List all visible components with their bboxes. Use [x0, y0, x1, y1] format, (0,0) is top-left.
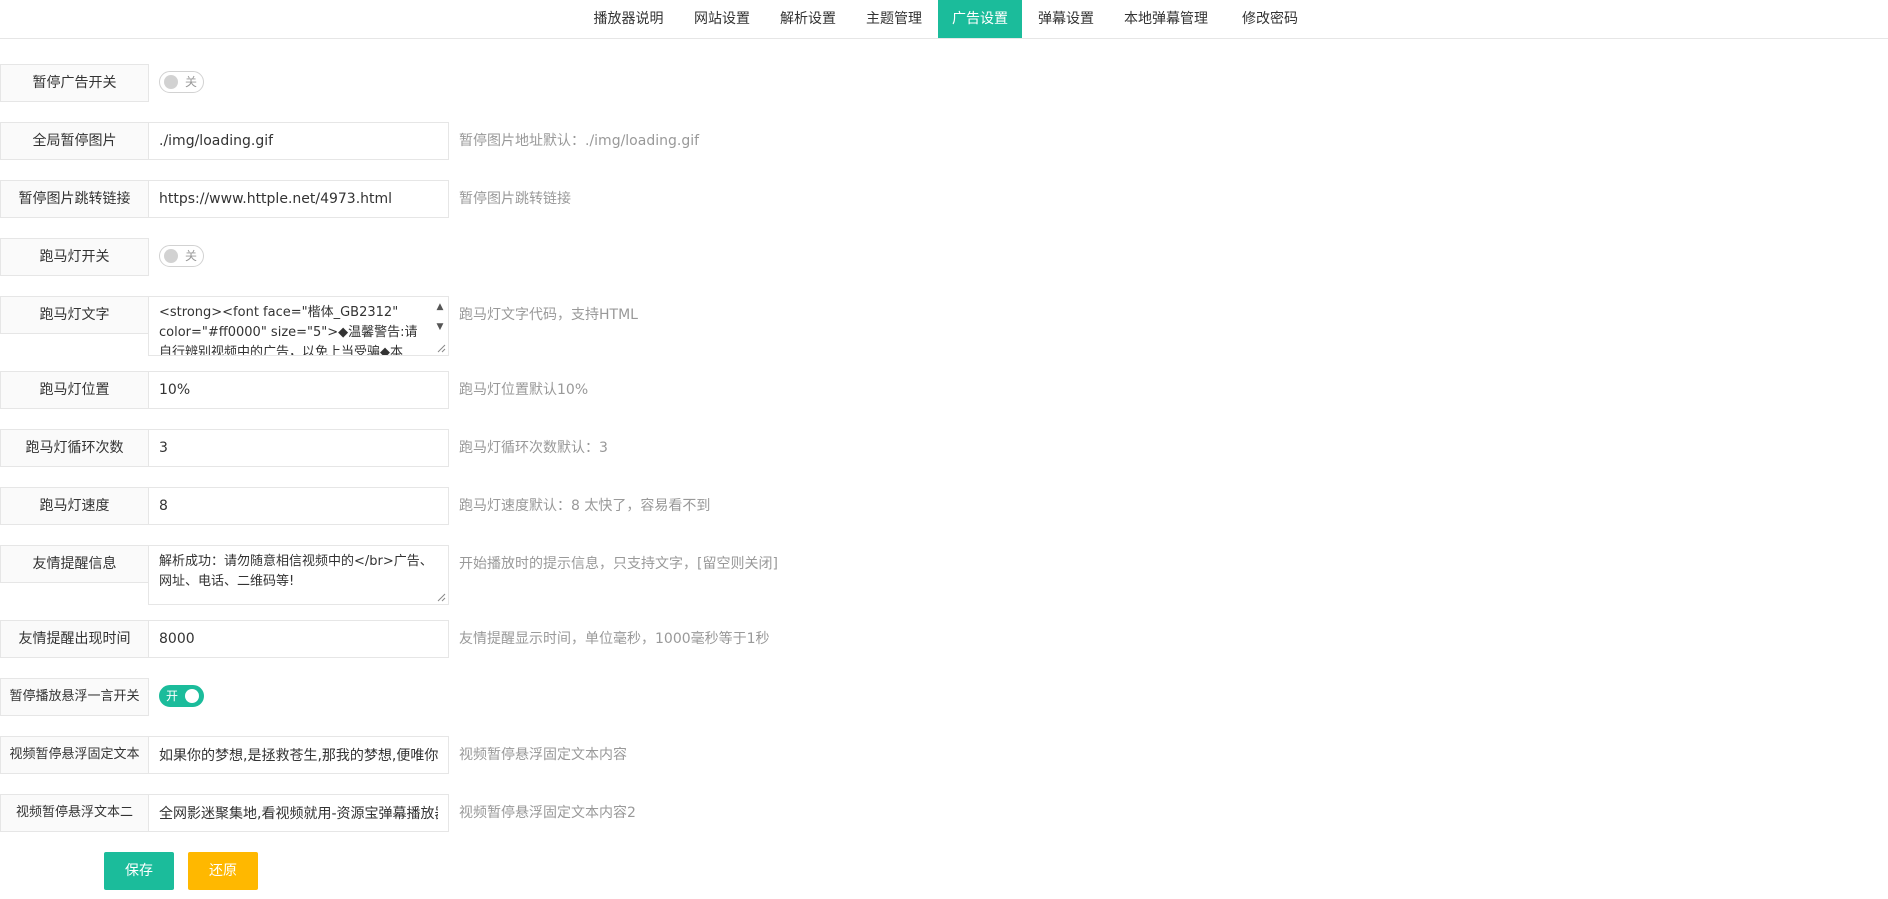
marquee-speed-input[interactable] [148, 487, 449, 525]
marquee-text-textarea[interactable]: <strong><font face="楷体_GB2312" color="#f… [148, 296, 449, 356]
pause-fixed-text2-input[interactable] [148, 794, 449, 832]
marquee-text-hint: 跑马灯文字代码，支持HTML [459, 307, 638, 323]
label-marquee-loops: 跑马灯循环次数 [0, 429, 149, 467]
global-pause-image-input[interactable] [148, 122, 449, 160]
toggle-state: 关 [184, 75, 197, 89]
toggle-knob [164, 75, 178, 89]
marquee-loops-hint: 跑马灯循环次数默认：3 [459, 440, 608, 456]
notice-duration-input[interactable] [148, 620, 449, 658]
marquee-position-input[interactable] [148, 371, 449, 409]
tab-theme-manage[interactable]: 主题管理 [852, 0, 936, 38]
label-pause-fixed-text2: 视频暂停悬浮文本二 [0, 794, 149, 832]
label-friendly-notice: 友情提醒信息 [0, 545, 149, 583]
tab-site-settings[interactable]: 网站设置 [680, 0, 764, 38]
marquee-speed-hint: 跑马灯速度默认：8 太快了，容易看不到 [459, 498, 711, 514]
marquee-position-hint: 跑马灯位置默认10% [459, 382, 589, 398]
global-pause-image-hint: 暂停图片地址默认：./img/loading.gif [459, 133, 700, 149]
tab-change-password[interactable]: 修改密码 [1228, 0, 1312, 38]
friendly-notice-hint: 开始播放时的提示信息，只支持文字，[留空则关闭] [459, 556, 778, 572]
tab-parse-settings[interactable]: 解析设置 [766, 0, 850, 38]
label-marquee-text: 跑马灯文字 [0, 296, 149, 334]
pause-image-link-hint: 暂停图片跳转链接 [459, 191, 571, 207]
tab-player-guide[interactable]: 播放器说明 [582, 0, 675, 38]
friendly-notice-textarea[interactable]: 解析成功：请勿随意相信视频中的</br>广告、网址、电话、二维码等! [148, 545, 449, 605]
resize-grip-icon[interactable] [436, 592, 446, 602]
label-notice-duration: 友情提醒出现时间 [0, 620, 149, 658]
save-button[interactable]: 保存 [104, 852, 174, 890]
reset-button[interactable]: 还原 [188, 852, 258, 890]
label-pause-ad-switch: 暂停广告开关 [0, 64, 149, 102]
marquee-toggle[interactable]: 关 [159, 245, 204, 267]
pause-ad-toggle[interactable]: 关 [159, 71, 204, 93]
toggle-state: 关 [184, 249, 197, 263]
resize-grip-icon[interactable] [436, 343, 446, 353]
marquee-loops-input[interactable] [148, 429, 449, 467]
label-pause-image-link: 暂停图片跳转链接 [0, 180, 149, 218]
toggle-state: 开 [166, 689, 179, 703]
tab-local-danmaku[interactable]: 本地弹幕管理 [1112, 0, 1220, 38]
pause-fixed-text-input[interactable] [148, 736, 449, 774]
notice-duration-hint: 友情提醒显示时间，单位毫秒，1000毫秒等于1秒 [459, 631, 770, 647]
label-pause-quote-switch: 暂停播放悬浮一言开关 [0, 678, 149, 716]
label-global-pause-image: 全局暂停图片 [0, 122, 149, 160]
pause-fixed-text2-hint: 视频暂停悬浮固定文本内容2 [459, 805, 636, 821]
tab-danmaku-settings[interactable]: 弹幕设置 [1024, 0, 1108, 38]
tab-ad-settings[interactable]: 广告设置 [938, 0, 1022, 38]
label-marquee-switch: 跑马灯开关 [0, 238, 149, 276]
scroll-up-icon[interactable]: ▲ [433, 300, 447, 314]
label-marquee-speed: 跑马灯速度 [0, 487, 149, 525]
scroll-down-icon[interactable]: ▼ [433, 320, 447, 334]
pause-fixed-text-hint: 视频暂停悬浮固定文本内容 [459, 747, 627, 763]
top-nav: 播放器说明 网站设置 解析设置 主题管理 广告设置 弹幕设置 本地弹幕管理 修改… [0, 0, 1888, 39]
toggle-knob [164, 249, 178, 263]
label-pause-fixed-text: 视频暂停悬浮固定文本 [0, 736, 149, 774]
pause-quote-toggle[interactable]: 开 [159, 685, 204, 707]
toggle-knob [185, 689, 199, 703]
pause-image-link-input[interactable] [148, 180, 449, 218]
label-marquee-position: 跑马灯位置 [0, 371, 149, 409]
